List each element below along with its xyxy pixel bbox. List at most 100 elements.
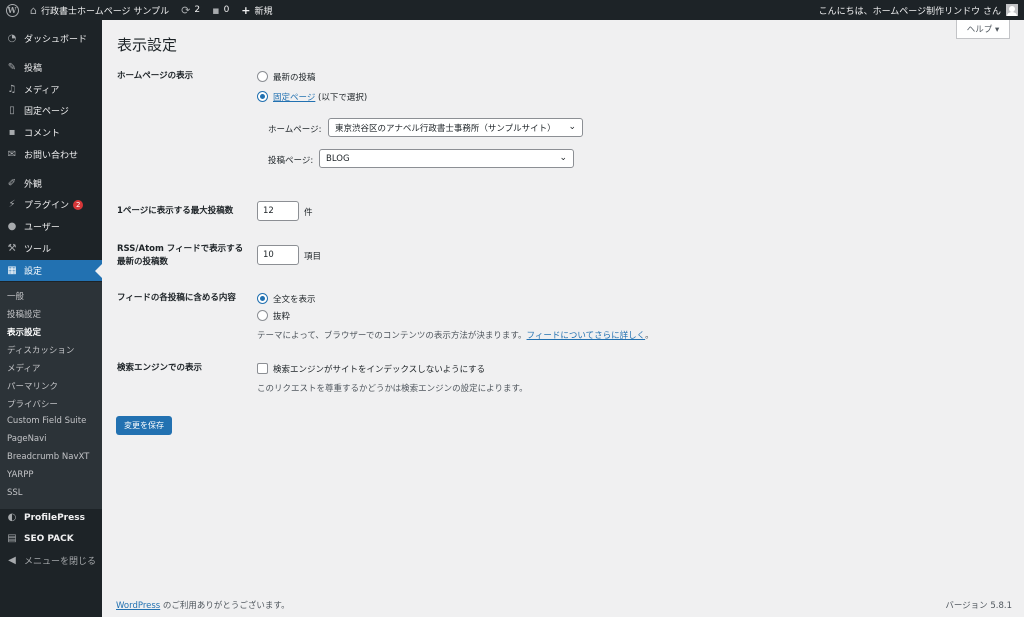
pin-icon: ✎ xyxy=(7,62,17,73)
homepage-select[interactable]: 東京渋谷区のアナベル行政書士事務所（サンプルサイト） ⌄ xyxy=(328,118,583,137)
collapse-arrow-icon: ◀ xyxy=(8,555,16,566)
comment-bubble-icon: ▪ xyxy=(212,3,220,17)
my-account-link[interactable]: こんにちは、ホームページ制作リンドウ さん xyxy=(813,0,1024,20)
posts-page-select-label: 投稿ページ: xyxy=(268,156,314,166)
menu-item-plugins[interactable]: ⚡ プラグイン 2 xyxy=(0,194,102,215)
avatar-icon xyxy=(1006,4,1018,16)
menu-item-seo-pack[interactable]: ▤ SEO PACK xyxy=(0,528,102,549)
menu-item-comments[interactable]: ▪ コメント xyxy=(0,122,102,143)
feed-items-input[interactable]: 10 xyxy=(257,245,299,265)
mail-icon: ✉ xyxy=(7,149,17,160)
new-content-link[interactable]: + 新規 xyxy=(235,0,278,20)
feed-learn-more-link[interactable]: フィードについてさらに詳しく xyxy=(527,331,646,341)
menu-label: 外観 xyxy=(24,180,43,190)
excerpt-label: 抜粋 xyxy=(273,312,291,322)
posts-per-page-unit: 件 xyxy=(304,208,313,218)
homepage-select-label: ホームページ: xyxy=(268,125,322,135)
static-page-link[interactable]: 固定ページ xyxy=(273,93,315,103)
chevron-down-icon: ⌄ xyxy=(559,153,567,163)
submenu-discussion[interactable]: ディスカッション xyxy=(7,344,74,356)
updates-icon: ⟳ xyxy=(181,3,191,17)
menu-label: ユーザー xyxy=(24,223,60,233)
feed-items-label: RSS/Atom フィードで表示する 最新の投稿数 xyxy=(117,243,243,269)
submenu-general[interactable]: 一般 xyxy=(7,290,24,302)
footer-thanks-text: のご利用ありがとうございます。 xyxy=(160,601,290,611)
profilepress-icon: ◐ xyxy=(7,512,17,523)
plus-icon: + xyxy=(241,3,251,17)
comments-link[interactable]: ▪ 0 xyxy=(206,0,235,20)
wordpress-logo-icon: W xyxy=(5,3,19,17)
feed-content-description: テーマによって、ブラウザーでのコンテンツの表示方法が決まります。フィードについて… xyxy=(257,329,654,341)
dashboard-icon: ◔ xyxy=(7,33,17,44)
posts-per-page-input[interactable]: 12 xyxy=(257,201,299,221)
menu-label: お問い合わせ xyxy=(24,151,79,161)
updates-count: 2 xyxy=(194,5,201,15)
submenu-reading[interactable]: 表示設定 xyxy=(7,326,41,338)
menu-item-profilepress[interactable]: ◐ ProfilePress xyxy=(0,507,102,528)
menu-label: ダッシュボード xyxy=(24,35,88,45)
menu-item-appearance[interactable]: ✐ 外観 xyxy=(0,173,102,194)
menu-label: 投稿 xyxy=(24,64,43,74)
posts-page-select[interactable]: BLOG ⌄ xyxy=(319,149,574,168)
menu-item-settings[interactable]: ▦ 設定 xyxy=(0,260,102,281)
page-icon: ▯ xyxy=(9,105,15,116)
feed-items-label-line1: RSS/Atom フィードで表示する xyxy=(117,244,244,254)
menu-item-posts[interactable]: ✎ 投稿 xyxy=(0,57,102,78)
seo-pack-icon: ▤ xyxy=(7,533,17,544)
comments-count: 0 xyxy=(223,5,230,15)
media-icon: ♫ xyxy=(7,84,17,95)
radio-static-page[interactable] xyxy=(257,91,268,102)
submenu-custom-field-suite[interactable]: Custom Field Suite xyxy=(7,416,86,426)
menu-label: ProfilePress xyxy=(24,512,85,523)
wordpress-link[interactable]: WordPress xyxy=(116,601,160,611)
static-page-suffix: (以下で選択) xyxy=(315,93,368,103)
submenu-ssl[interactable]: SSL xyxy=(7,488,23,498)
posts-per-page-label: 1ページに表示する最大投稿数 xyxy=(117,206,234,216)
footer-version: バージョン 5.8.1 xyxy=(945,601,1012,611)
full-text-label: 全文を表示 xyxy=(273,295,316,305)
menu-item-pages[interactable]: ▯ 固定ページ xyxy=(0,100,102,121)
discourage-search-checkbox[interactable] xyxy=(257,363,268,374)
menu-label: 設定 xyxy=(24,267,43,277)
radio-full-text[interactable] xyxy=(257,293,268,304)
footer-thanks: WordPress のご利用ありがとうございます。 xyxy=(116,599,290,611)
submenu-privacy[interactable]: プライバシー xyxy=(7,398,58,410)
site-name-link[interactable]: ⌂ 行政書士ホームページ サンプル xyxy=(24,0,175,20)
search-visibility-label: 検索エンジンでの表示 xyxy=(117,363,203,373)
new-label: 新規 xyxy=(254,6,273,17)
submenu-breadcrumb-navxt[interactable]: Breadcrumb NavXT xyxy=(7,452,89,462)
submenu-media[interactable]: メディア xyxy=(7,362,40,374)
latest-posts-label: 最新の投稿 xyxy=(273,73,316,83)
chevron-down-icon: ⌄ xyxy=(568,122,576,132)
submenu-yarpp[interactable]: YARPP xyxy=(7,470,34,480)
wordpress-menu[interactable]: W xyxy=(0,0,24,20)
submenu-writing[interactable]: 投稿設定 xyxy=(7,308,41,320)
collapse-menu-button[interactable]: ◀ メニューを閉じる xyxy=(0,550,102,571)
help-tab-button[interactable]: ヘルプ ▾ xyxy=(956,20,1010,39)
menu-item-dashboard[interactable]: ◔ ダッシュボード xyxy=(0,28,102,49)
radio-latest-posts[interactable] xyxy=(257,71,268,82)
menu-label: 固定ページ xyxy=(24,107,69,117)
plugin-icon: ⚡ xyxy=(8,199,16,210)
menu-item-tools[interactable]: ⚒ ツール xyxy=(0,238,102,259)
submenu-permalinks[interactable]: パーマリンク xyxy=(7,380,58,392)
radio-excerpt[interactable] xyxy=(257,310,268,321)
menu-label: SEO PACK xyxy=(24,533,74,544)
menu-item-media[interactable]: ♫ メディア xyxy=(0,79,102,100)
menu-item-users[interactable]: ● ユーザー xyxy=(0,216,102,237)
discourage-search-label: 検索エンジンがサイトをインデックスしないようにする xyxy=(273,365,486,375)
submenu-pagenavi[interactable]: PageNavi xyxy=(7,434,47,444)
collapse-label: メニューを閉じる xyxy=(24,557,97,567)
updates-link[interactable]: ⟳ 2 xyxy=(175,0,206,20)
posts-page-select-value: BLOG xyxy=(326,153,350,164)
homepage-display-label: ホームページの表示 xyxy=(117,71,194,81)
feed-content-label: フィードの各投稿に含める内容 xyxy=(117,293,236,303)
menu-item-contact[interactable]: ✉ お問い合わせ xyxy=(0,144,102,165)
feed-desc-prefix: テーマによって、ブラウザーでのコンテンツの表示方法が決まります。 xyxy=(257,331,527,341)
homepage-select-value: 東京渋谷区のアナベル行政書士事務所（サンプルサイト） xyxy=(335,123,556,134)
admin-sidebar: ◔ ダッシュボード ✎ 投稿 ♫ メディア ▯ 固定ページ ▪ コメント ✉ お… xyxy=(0,20,102,617)
wrench-icon: ⚒ xyxy=(7,243,17,254)
admin-bar: W ⌂ 行政書士ホームページ サンプル ⟳ 2 ▪ 0 + 新規 こんにちは、ホ… xyxy=(0,0,1024,20)
save-changes-button[interactable]: 変更を保存 xyxy=(116,416,172,435)
greeting: こんにちは、ホームページ制作リンドウ さん xyxy=(818,6,1001,17)
